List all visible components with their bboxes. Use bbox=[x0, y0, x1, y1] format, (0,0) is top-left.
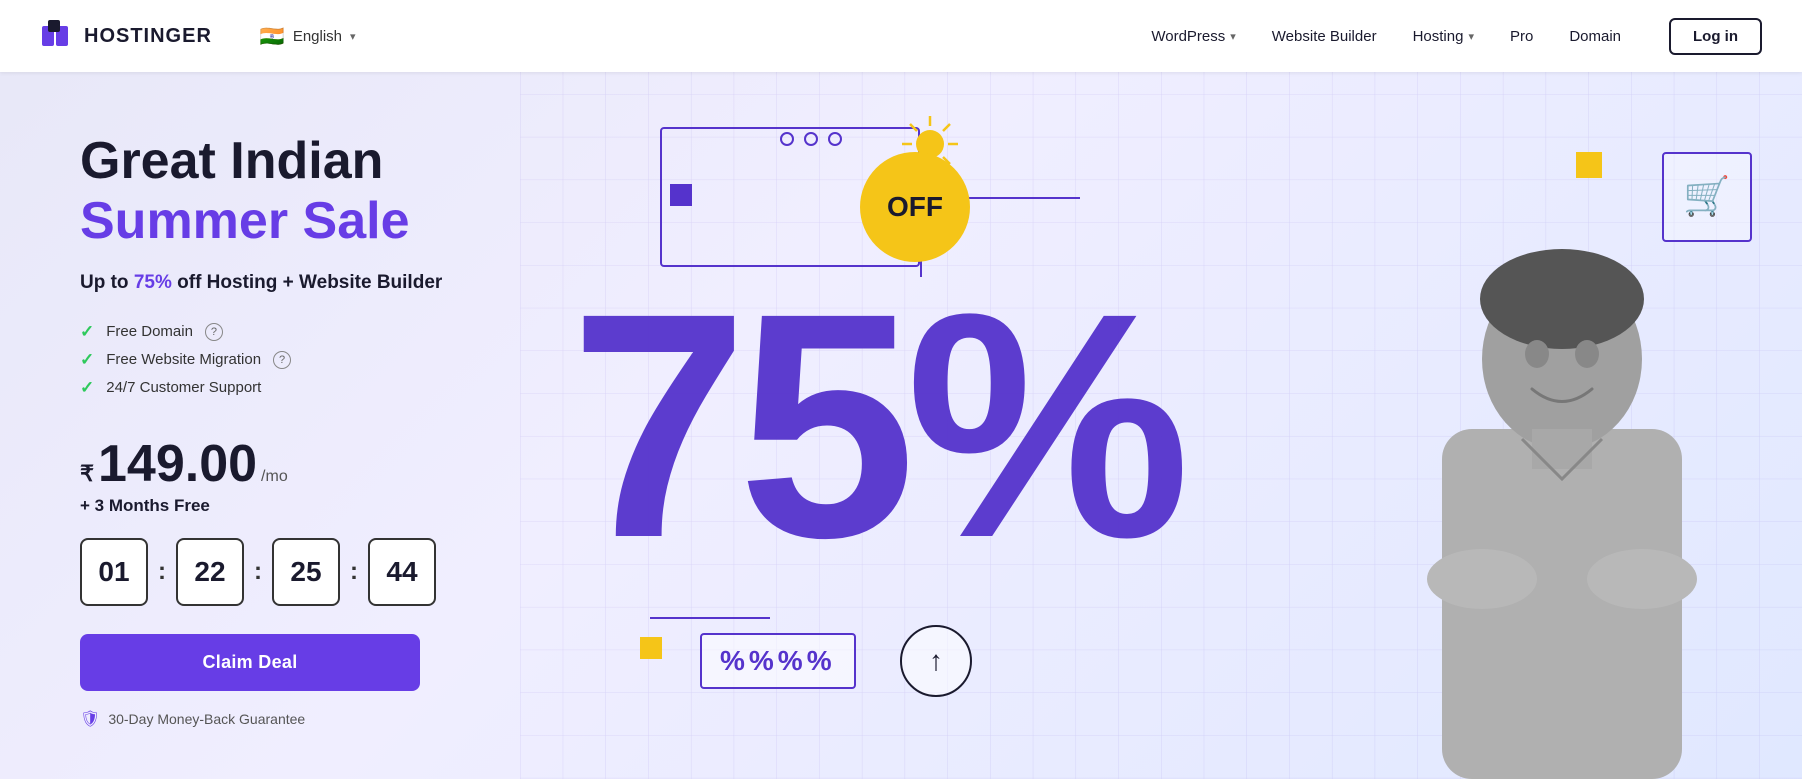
off-badge-text: OFF bbox=[887, 193, 943, 221]
countdown-timer: 01 : 22 : 25 : 44 bbox=[80, 538, 460, 606]
arrow-up-icon: ↑ bbox=[929, 645, 943, 677]
wordpress-chevron-icon: ▾ bbox=[1230, 30, 1236, 43]
hero-title-purple: Summer Sale bbox=[80, 192, 410, 250]
nav-wordpress[interactable]: WordPress ▾ bbox=[1151, 28, 1235, 45]
feature-free-domain: ✓ Free Domain ? bbox=[80, 322, 460, 342]
nav-links: WordPress ▾ Website Builder Hosting ▾ Pr… bbox=[1151, 18, 1762, 55]
check-icon-2: ✓ bbox=[80, 350, 94, 370]
feature-support: ✓ 24/7 Customer Support bbox=[80, 378, 460, 398]
nav-domain[interactable]: Domain bbox=[1569, 28, 1621, 45]
price-block: ₹ 149.00 /mo bbox=[80, 438, 460, 490]
info-icon-2[interactable]: ? bbox=[273, 351, 291, 369]
dot-2 bbox=[804, 132, 818, 146]
logo-text: HOSTINGER bbox=[84, 25, 212, 48]
flag-icon: 🇮🇳 bbox=[260, 24, 285, 49]
price-period: /mo bbox=[261, 468, 288, 486]
lang-label: English bbox=[293, 28, 342, 45]
feature-text-1: Free Domain bbox=[106, 323, 193, 340]
lang-chevron-icon: ▾ bbox=[350, 30, 356, 43]
features-list: ✓ Free Domain ? ✓ Free Website Migration… bbox=[80, 322, 460, 406]
check-icon-3: ✓ bbox=[80, 378, 94, 398]
deco-yellow-square-1 bbox=[1576, 152, 1602, 178]
hero-section: Great Indian Summer Sale Up to 75% off H… bbox=[0, 72, 1802, 779]
deco-small-square-purple bbox=[670, 184, 692, 206]
info-icon-1[interactable]: ? bbox=[205, 323, 223, 341]
check-icon-1: ✓ bbox=[80, 322, 94, 342]
deco-arrow-circle: ↑ bbox=[900, 625, 972, 697]
hero-title-black: Great Indian bbox=[80, 132, 383, 190]
price-currency: ₹ bbox=[80, 461, 94, 487]
hero-left: Great Indian Summer Sale Up to 75% off H… bbox=[0, 72, 520, 779]
countdown-days: 01 bbox=[80, 538, 148, 606]
dot-3 bbox=[828, 132, 842, 146]
nav-hosting[interactable]: Hosting ▾ bbox=[1413, 28, 1474, 45]
shield-icon: 🛡 bbox=[80, 709, 100, 729]
dot-1 bbox=[780, 132, 794, 146]
guarantee-text: 🛡 30-Day Money-Back Guarantee bbox=[80, 709, 460, 729]
feature-text-3: 24/7 Customer Support bbox=[106, 379, 261, 396]
feature-text-2: Free Website Migration bbox=[106, 351, 261, 368]
logo[interactable]: HOSTINGER bbox=[40, 18, 212, 54]
hero-subtitle: Up to 75% off Hosting + Website Builder bbox=[80, 272, 460, 294]
nav-pro[interactable]: Pro bbox=[1510, 28, 1533, 45]
hosting-chevron-icon: ▾ bbox=[1468, 30, 1474, 43]
countdown-seconds: 44 bbox=[368, 538, 436, 606]
hero-title: Great Indian Summer Sale bbox=[80, 132, 460, 252]
deco-cart-box: 🛒 bbox=[1662, 152, 1752, 242]
countdown-sep-1: : bbox=[158, 558, 166, 586]
person-svg bbox=[1362, 199, 1762, 779]
price-amount: 149.00 bbox=[98, 438, 257, 490]
big-percent-text: 75% bbox=[570, 289, 1180, 561]
cart-icon: 🛒 bbox=[1683, 175, 1730, 219]
deco-yellow-square-2 bbox=[640, 637, 662, 659]
countdown-sep-3: : bbox=[350, 558, 358, 586]
countdown-minutes: 25 bbox=[272, 538, 340, 606]
countdown-hours: 22 bbox=[176, 538, 244, 606]
price-free: + 3 Months Free bbox=[80, 496, 460, 516]
navbar: HOSTINGER 🇮🇳 English ▾ WordPress ▾ Websi… bbox=[0, 0, 1802, 72]
lang-selector[interactable]: 🇮🇳 English ▾ bbox=[260, 24, 356, 49]
price-main: ₹ 149.00 /mo bbox=[80, 438, 460, 490]
hero-right: 75% OFF 🛒 bbox=[520, 72, 1802, 779]
deco-circle-dots bbox=[780, 132, 842, 146]
nav-website-builder[interactable]: Website Builder bbox=[1272, 28, 1377, 45]
countdown-sep-2: : bbox=[254, 558, 262, 586]
login-button[interactable]: Log in bbox=[1669, 18, 1762, 55]
feature-migration: ✓ Free Website Migration ? bbox=[80, 350, 460, 370]
logo-icon bbox=[40, 18, 76, 54]
off-badge: OFF bbox=[860, 152, 970, 262]
claim-deal-button[interactable]: Claim Deal bbox=[80, 634, 420, 691]
deco-line-h2 bbox=[650, 617, 770, 619]
deco-pct-box: %%%% bbox=[700, 633, 856, 689]
